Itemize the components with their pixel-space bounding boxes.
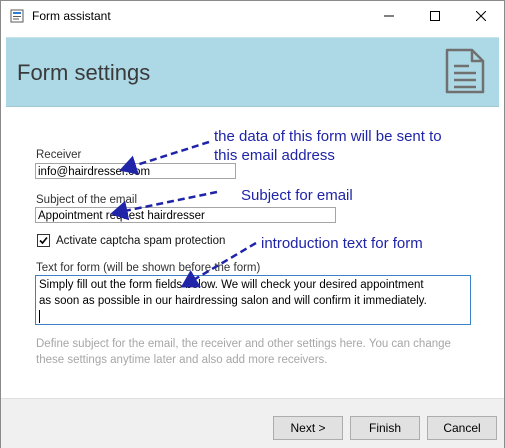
- intro-line-2: as soon as possible in our hairdressing …: [39, 295, 427, 307]
- cancel-button[interactable]: Cancel: [427, 416, 497, 440]
- intro-textarea[interactable]: Simply fill out the form fields below. W…: [35, 275, 471, 325]
- close-button[interactable]: [458, 1, 504, 31]
- minimize-button[interactable]: [366, 1, 412, 31]
- header-banner: Form settings: [6, 37, 499, 107]
- text-caret: [39, 310, 40, 323]
- document-icon: [445, 48, 485, 94]
- receiver-input[interactable]: info@hairdresser.com: [35, 163, 236, 179]
- app-icon: [10, 9, 24, 23]
- close-icon: [476, 11, 486, 21]
- next-button[interactable]: Next >: [273, 416, 343, 440]
- receiver-annotation-line-2: this email address: [214, 147, 335, 164]
- subject-input[interactable]: Appointment request hairdresser: [35, 207, 336, 223]
- page-title: Form settings: [17, 60, 151, 85]
- window-title: Form assistant: [32, 9, 111, 23]
- maximize-button[interactable]: [412, 1, 458, 31]
- receiver-label: Receiver: [36, 149, 82, 161]
- intro-annotation: introduction text for form: [261, 235, 423, 252]
- subject-annotation: Subject for email: [241, 187, 353, 204]
- intro-line-1: Simply fill out the form fields below. W…: [39, 279, 424, 291]
- captcha-checkbox[interactable]: [37, 234, 50, 247]
- checkmark-icon: [39, 236, 48, 245]
- title-bar[interactable]: Form assistant: [1, 1, 504, 31]
- finish-button[interactable]: Finish: [350, 416, 420, 440]
- captcha-label[interactable]: Activate captcha spam protection: [56, 235, 225, 247]
- minimize-icon: [384, 15, 394, 17]
- hint-text: Define subject for the email, the receiv…: [36, 338, 451, 366]
- maximize-icon: [430, 11, 440, 21]
- form-assistant-window: Form assistant Form settings Receiver in…: [0, 0, 505, 448]
- receiver-annotation-line-1: the data of this form will be sent to: [214, 128, 442, 145]
- subject-label: Subject of the email: [36, 194, 138, 206]
- intro-text-label: Text for form (will be shown before the …: [36, 262, 261, 274]
